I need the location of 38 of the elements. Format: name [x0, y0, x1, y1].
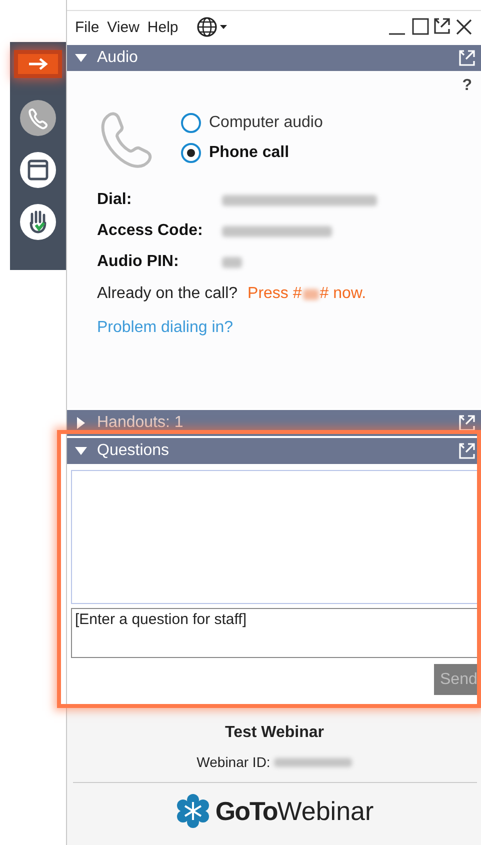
panel-header[interactable]: Audio — [67, 45, 481, 71]
radio-button[interactable] — [181, 143, 201, 163]
instruction-text: Press # — [248, 285, 302, 303]
help-icon[interactable]: ? — [462, 77, 472, 95]
field-label: Audio PIN: — [97, 253, 180, 271]
maximize-icon[interactable] — [410, 17, 430, 37]
field-label: Dial: — [97, 191, 133, 209]
expand-triangle-icon — [75, 417, 87, 429]
globe-icon — [196, 16, 228, 38]
field-label: Access Code: — [97, 222, 204, 240]
collapse-triangle-icon — [75, 446, 87, 456]
menu-item[interactable]: View — [107, 18, 140, 36]
panel-title: Handouts: 1 — [97, 414, 184, 432]
webinar-title: Test Webinar — [225, 724, 324, 742]
webinar-id-label: Webinar ID: — [196, 754, 270, 770]
blurred-value — [302, 288, 319, 300]
instruction-text: # now. — [320, 285, 366, 303]
arrow-tab-button[interactable] — [18, 54, 58, 74]
popout-icon[interactable] — [433, 17, 451, 35]
radio-label: Phone call — [209, 144, 290, 162]
menu-item[interactable]: Help — [147, 18, 178, 36]
radio-label: Computer audio — [209, 114, 323, 132]
panel-title: Audio — [97, 49, 139, 67]
flower-logo-icon — [175, 793, 212, 829]
prompt-text: Already on the call? — [97, 285, 238, 303]
language-button[interactable] — [196, 16, 228, 38]
hand-icon — [19, 203, 57, 241]
help-link[interactable]: Problem dialing in? — [97, 319, 234, 337]
arrow-icon — [27, 57, 49, 71]
menu-item[interactable]: File — [75, 18, 100, 36]
close-icon[interactable] — [454, 17, 474, 37]
window-icon — [19, 151, 57, 189]
brand-logo-text: GoToWebinar — [215, 796, 374, 826]
phone-icon — [19, 99, 57, 137]
radio-button[interactable] — [181, 113, 201, 133]
question-input[interactable]: [Enter a question for staff] — [71, 608, 479, 658]
panel-title: Questions — [97, 442, 170, 460]
collapse-triangle-icon — [75, 53, 87, 63]
